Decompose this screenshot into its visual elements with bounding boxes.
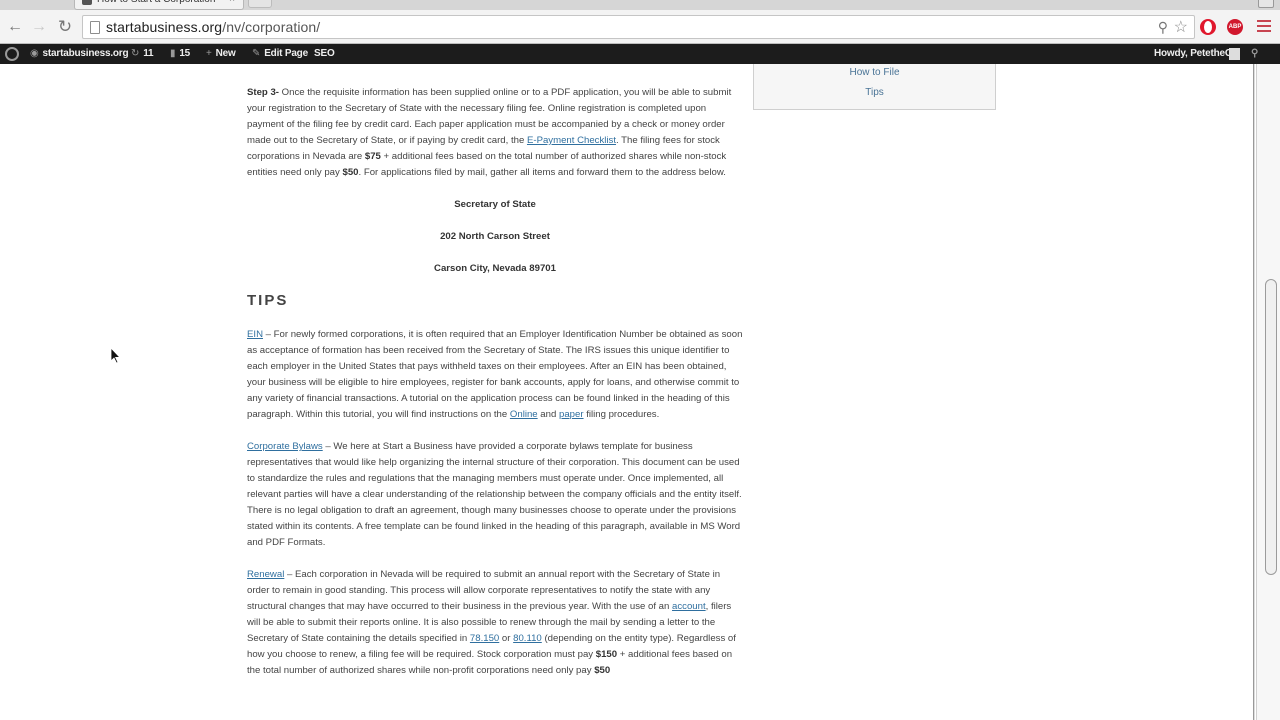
fee-amount: $50 (342, 167, 359, 178)
account-link[interactable]: account (672, 601, 706, 612)
admin-new-link[interactable]: + New (206, 44, 236, 64)
comment-icon: ▮ (170, 48, 176, 59)
admin-updates-link[interactable]: ↻ 11 (131, 44, 154, 64)
sidebar-toc-box: How to File Tips (753, 64, 996, 110)
address-line: Secretary of State (454, 199, 536, 210)
article-body: Step 3- Once the requisite information h… (247, 85, 743, 695)
site-name: startabusiness.org (42, 48, 129, 59)
ein-text: – For newly formed corporations, it is o… (247, 329, 743, 420)
admin-site-link[interactable]: ◉ startabusiness.org (30, 44, 129, 64)
avatar[interactable] (1229, 48, 1240, 60)
updates-count: 11 (143, 48, 154, 59)
page-edge-divider (1253, 64, 1255, 720)
tab-strip: How to Start a Corporation × (0, 0, 1280, 10)
step3-text: . For applications filed by mail, gather… (358, 167, 726, 178)
bylaws-text: – We here at Start a Business have provi… (247, 441, 742, 548)
url-host: startabusiness.org (106, 19, 223, 35)
statute-78-150-link[interactable]: 78.150 (470, 633, 499, 644)
adblock-plus-icon[interactable]: ABP (1227, 19, 1243, 35)
new-tab-button[interactable] (248, 0, 272, 8)
statute-80-110-link[interactable]: 80.110 (513, 633, 542, 644)
mouse-cursor-icon (111, 348, 121, 364)
toc-link-tips[interactable]: Tips (754, 87, 995, 98)
url-path: /nv/corporation/ (222, 19, 321, 35)
ein-link[interactable]: EIN (247, 329, 263, 340)
back-arrow-icon[interactable]: ← (5, 17, 25, 37)
online-link[interactable]: Online (510, 409, 538, 420)
admin-howdy-user[interactable]: Howdy, PetetheG (1154, 44, 1233, 64)
edit-page-label: Edit Page (264, 48, 308, 59)
ein-paragraph: EIN – For newly formed corporations, it … (247, 327, 743, 423)
comments-count: 15 (179, 48, 191, 59)
fee-amount: $50 (594, 665, 611, 676)
e-payment-checklist-link[interactable]: E-Payment Checklist (527, 135, 616, 146)
tab-title: How to Start a Corporation (97, 0, 215, 5)
admin-edit-page-link[interactable]: ✎ Edit Page (252, 44, 308, 64)
address-bar[interactable]: startabusiness.org/nv/corporation/ ⚲ ☆ (82, 15, 1195, 39)
browser-menu-icon[interactable] (1257, 20, 1271, 34)
page-viewport: How to File Tips Step 3- Once the requis… (0, 64, 1256, 720)
corporate-bylaws-link[interactable]: Corporate Bylaws (247, 441, 323, 452)
zoom-icon[interactable]: ⚲ (1158, 19, 1168, 36)
renewal-text: – Each corporation in Nevada will be req… (247, 569, 721, 612)
admin-seo-link[interactable]: SEO (314, 44, 335, 64)
paper-link[interactable]: paper (559, 409, 584, 420)
tips-heading: TIPS (247, 292, 289, 309)
step3-label: Step 3- (247, 87, 279, 98)
forward-arrow-icon[interactable]: → (29, 17, 49, 37)
ein-text: filing procedures. (583, 409, 660, 420)
bookmark-star-icon[interactable]: ☆ (1174, 17, 1188, 37)
updates-icon: ↻ (131, 48, 140, 59)
url-text[interactable]: startabusiness.org/nv/corporation/ (106, 19, 320, 35)
plus-icon: + (206, 48, 212, 59)
admin-search-icon[interactable]: ⚲ (1251, 44, 1258, 64)
step3-paragraph: Step 3- Once the requisite information h… (247, 85, 743, 181)
fee-amount: $75 (364, 151, 381, 162)
renewal-paragraph: Renewal – Each corporation in Nevada wil… (247, 567, 743, 679)
dashboard-icon: ◉ (30, 48, 39, 59)
new-label: New (215, 48, 236, 59)
wordpress-logo-icon[interactable] (5, 47, 19, 61)
bylaws-paragraph: Corporate Bylaws – We here at Start a Bu… (247, 439, 743, 551)
renewal-text: or (499, 633, 514, 644)
reload-icon[interactable]: ↻ (55, 17, 75, 37)
opera-extension-icon[interactable] (1200, 19, 1216, 35)
scrollbar-thumb[interactable] (1265, 279, 1277, 575)
fee-amount: $150 (595, 649, 618, 660)
ein-text: and (537, 409, 559, 420)
tab-close-icon[interactable]: × (229, 0, 235, 6)
wp-admin-bar: ◉ startabusiness.org ↻ 11 ▮ 15 + New ✎ Edit P… (0, 44, 1280, 64)
address-line: Carson City, Nevada 89701 (434, 263, 556, 274)
renewal-link[interactable]: Renewal (247, 569, 284, 580)
toc-link-how-to-file[interactable]: How to File (754, 67, 995, 78)
browser-toolbar: ← → ↻ startabusiness.org/nv/corporation/… (0, 10, 1280, 44)
page-icon (90, 21, 100, 34)
favicon-icon (82, 0, 92, 5)
window-control-button[interactable] (1258, 0, 1274, 8)
admin-comments-link[interactable]: ▮ 15 (170, 44, 190, 64)
browser-tab[interactable]: How to Start a Corporation × (74, 0, 244, 10)
address-line: 202 North Carson Street (440, 231, 550, 242)
pencil-icon: ✎ (252, 48, 261, 59)
